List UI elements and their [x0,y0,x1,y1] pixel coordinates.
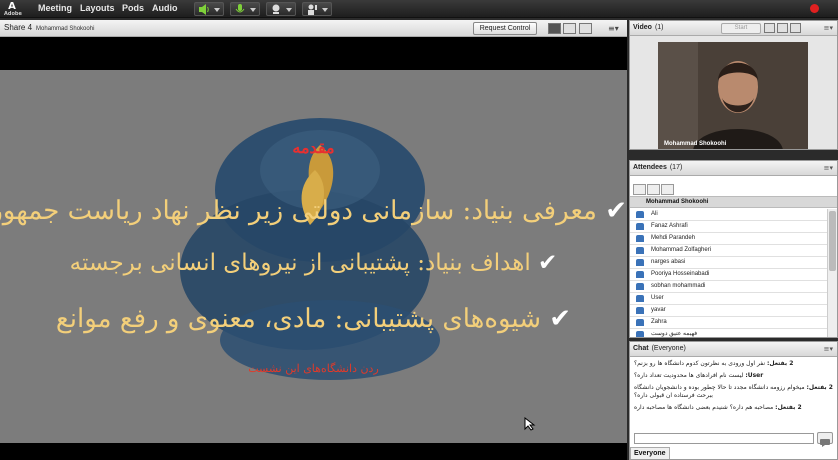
user-icon [636,271,644,278]
slide-line-1: ✔ معرفی بنیاد: سازمانی دولتی زیر نظر نها… [0,196,627,226]
menu-pods[interactable]: Pods [122,3,144,13]
chat-messages: 2 بفتعل: نفر اول ورودی به نظرتون کدوم دا… [630,358,837,434]
attendees-pod: Attendees (17) ≡▾ Mohammad Shokoohi Ali F… [629,160,838,338]
menu-layouts[interactable]: Layouts [80,3,115,13]
chat-message: 2 بفتعل: میخوام رزومه دانشگاه مجدد تا حا… [634,384,833,399]
attendee-row[interactable]: sobhan mohammadi [630,281,828,293]
send-message-button[interactable] [817,432,833,447]
video-layout-button[interactable] [764,23,775,33]
webcam-name-label: Mohammad Shokoohi [664,141,727,147]
adobe-logo: A Adobe [4,1,22,17]
attendee-row[interactable]: yavar [630,305,828,317]
checkmark-icon: ✔ [538,250,558,276]
share-pod-header: Share 4 Mohammad Shokoohi Request Control… [0,20,627,37]
raise-hand-button[interactable] [302,2,332,16]
fit-width-button[interactable] [563,23,576,34]
user-icon [636,319,644,326]
host-row[interactable]: Mohammad Shokoohi [630,196,837,208]
view-mode-button[interactable] [548,23,561,34]
user-icon [636,259,644,266]
grid-view-icon[interactable] [647,184,660,195]
attendee-row[interactable]: Ali [630,209,828,221]
chat-pod: Chat (Everyone) ≡▾ 2 بفتعل: نفر اول ورودی… [629,341,838,460]
chevron-down-icon [286,8,292,12]
user-icon [636,283,644,290]
chat-message: 2 بفتعل: نفر اول ورودی به نظرتون کدوم دا… [634,360,794,367]
chevron-down-icon [322,8,328,12]
video-grid-button[interactable] [777,23,788,33]
user-icon [636,307,644,314]
start-webcam-button[interactable]: Start [721,23,761,34]
pod-options-icon[interactable]: ≡▾ [824,24,833,32]
shared-slide: مقدمه ✔ معرفی بنیاد: سازمانی دولتی زیر ن… [0,70,627,443]
checkmark-icon: ✔ [605,196,627,226]
recording-indicator-icon[interactable] [810,4,819,13]
list-view-icon[interactable] [633,184,646,195]
chat-message: User: لیست نام افرادهای ها محدودیت تعداد… [634,372,764,379]
webcam-button[interactable] [266,2,296,16]
user-icon [636,295,644,302]
attendee-row[interactable]: Zahra [630,317,828,329]
chat-pod-header: Chat (Everyone) ≡▾ [630,342,837,357]
microphone-icon [235,4,245,13]
chat-pod-title: Chat (Everyone) [633,345,686,352]
slide-line-2: ✔ اهداف بنیاد: پشتیبانی از نیروهای انسان… [69,250,558,276]
speaker-button[interactable] [194,2,224,16]
request-control-button[interactable]: Request Control [473,22,537,35]
video-pod-title: Video (1) [633,24,664,31]
attendees-pod-title: Attendees (17) [633,164,683,171]
mouse-cursor-icon [524,417,536,431]
fullscreen-button[interactable] [579,23,592,34]
video-fullscreen-button[interactable] [790,23,801,33]
menu-meeting[interactable]: Meeting [38,3,72,13]
pod-options-icon[interactable]: ≡▾ [824,345,833,353]
share-pod-title: Share 4 Mohammad Shokoohi [4,23,95,32]
chat-message: 2 بفتعل: مصاحبه هم داره؟ شنیدم بعضی دانش… [634,404,802,411]
person-status-icon [308,4,317,15]
pod-options-icon[interactable]: ≡▾ [824,164,833,172]
app-window: A Adobe Meeting Layouts Pods Audio Share … [0,0,838,460]
chevron-down-icon [250,8,256,12]
chat-tab-everyone[interactable]: Everyone [630,447,670,459]
attendees-toolbar [633,180,675,195]
attendee-row[interactable]: Mehdi Parandeh [630,233,828,245]
microphone-button[interactable] [230,2,260,16]
attendee-row[interactable]: Mohammad Zolfagheri [630,245,828,257]
slide-footer: ردن دانشگاه‌های این نشست [248,362,379,375]
webcam-icon [272,4,280,14]
chevron-down-icon [214,8,220,12]
attendee-row[interactable]: فهیمه عتیق دوست [630,329,828,337]
attendee-row[interactable]: Fanaz Ashrafi [630,221,828,233]
checkmark-icon: ✔ [549,304,572,334]
share-pod: Share 4 Mohammad Shokoohi Request Control… [0,20,627,460]
status-view-icon[interactable] [661,184,674,195]
webcam-person-image [658,42,808,149]
scrollbar-thumb[interactable] [829,211,836,271]
pod-options-icon[interactable]: ≡▾ [608,24,619,33]
attendee-list: Ali Fanaz Ashrafi Mehdi Parandeh Mohamma… [630,209,828,337]
video-pod: Video (1) Start ≡▾ Mohammad Shokoohi [629,20,838,150]
attendee-row[interactable]: User [630,293,828,305]
chat-input[interactable] [634,433,814,444]
user-icon [636,235,644,242]
attendees-scrollbar[interactable] [827,209,837,337]
user-icon [636,211,644,218]
slide-heading: مقدمه [292,138,335,157]
attendees-pod-header: Attendees (17) ≡▾ [630,161,837,176]
speaker-icon [199,4,209,15]
attendee-row[interactable]: narges abasi [630,257,828,269]
attendee-row[interactable]: Pooriya Hosseinabadi [630,269,828,281]
speech-bubble-icon [820,439,830,447]
webcam-feed: Mohammad Shokoohi [658,42,808,149]
user-icon [636,247,644,254]
video-pod-header: Video (1) Start ≡▾ [630,21,837,36]
menu-audio[interactable]: Audio [152,3,178,13]
user-icon [636,223,644,230]
slide-line-3: ✔ شیوه‌های پشتیبانی: مادی، معنوی و رفع م… [55,304,572,334]
top-menu-bar: A Adobe Meeting Layouts Pods Audio [0,0,838,18]
user-icon [636,331,644,337]
